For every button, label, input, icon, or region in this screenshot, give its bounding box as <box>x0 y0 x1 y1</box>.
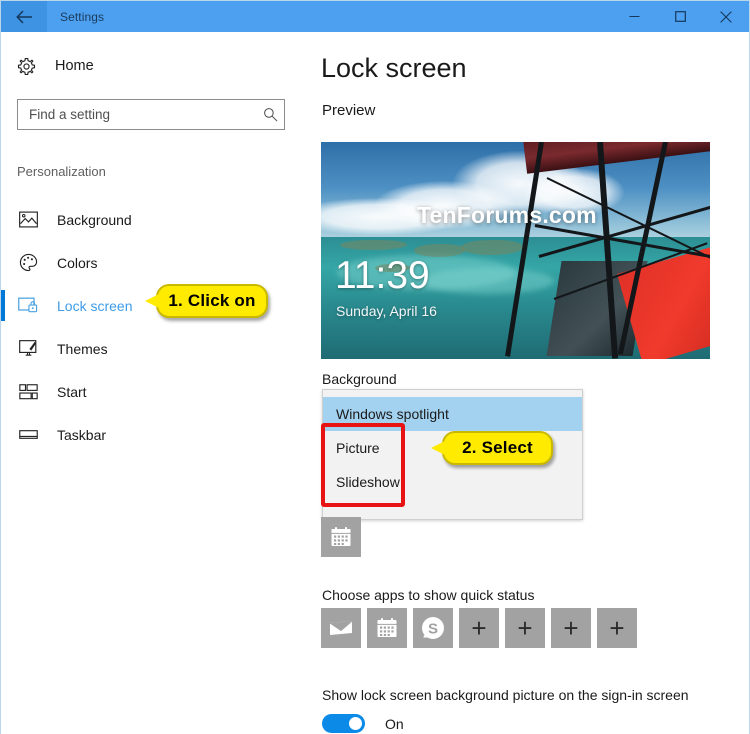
sidebar-item-colors[interactable]: Colors <box>1 241 312 284</box>
quick-status-tile-add-2[interactable]: + <box>505 608 545 648</box>
minimize-icon <box>629 16 639 17</box>
signin-toggle[interactable] <box>322 714 365 733</box>
themes-brush-icon <box>17 338 39 360</box>
sidebar-nav: Background Colors Lock screen Themes Sta… <box>1 198 312 456</box>
dropdown-option-slideshow[interactable]: Slideshow <box>323 465 582 499</box>
preview-clock: 11:39 <box>335 254 430 297</box>
island-shape <box>461 239 524 255</box>
callout-text: 1. Click on <box>168 291 256 310</box>
toggle-knob <box>349 717 362 730</box>
callout-tail <box>429 439 445 457</box>
detailed-status-tile[interactable] <box>321 517 361 557</box>
plus-icon: + <box>563 613 579 643</box>
settings-window: Settings Home Find a setting Personaliza… <box>0 0 750 734</box>
sidebar-label: Themes <box>57 340 108 357</box>
calendar-icon <box>377 618 397 637</box>
maximize-icon <box>674 11 686 22</box>
page-title: Lock screen <box>321 53 467 83</box>
palette-icon <box>17 252 39 274</box>
sidebar: Home Personalization <box>1 32 312 734</box>
sidebar-item-taskbar[interactable]: Taskbar <box>1 413 312 456</box>
back-button[interactable] <box>1 1 47 32</box>
back-arrow-icon <box>15 9 32 24</box>
selection-indicator <box>1 290 5 321</box>
plus-icon: + <box>471 613 487 643</box>
sidebar-item-start[interactable]: Start <box>1 370 312 413</box>
svg-text:S: S <box>428 621 438 638</box>
quick-status-tile-skype[interactable]: S <box>413 608 453 648</box>
toggle-state-label: On <box>385 715 404 732</box>
mail-icon <box>329 620 353 635</box>
main-content: Lock screen Preview TenForums.com 11:39 … <box>312 32 749 734</box>
callout-click-on: 1. Click on <box>143 284 268 318</box>
background-label: Background <box>322 371 397 387</box>
sidebar-label: Lock screen <box>57 297 133 314</box>
sidebar-item-background[interactable]: Background <box>1 198 312 241</box>
search-input[interactable] <box>18 107 256 122</box>
sidebar-item-themes[interactable]: Themes <box>1 327 312 370</box>
dropdown-option-windows-spotlight[interactable]: Windows spotlight <box>323 397 582 431</box>
callout-tail <box>143 292 159 310</box>
sidebar-item-home[interactable]: Home <box>15 55 94 77</box>
close-icon <box>720 10 732 23</box>
calendar-icon <box>331 527 351 546</box>
gear-icon <box>15 55 37 77</box>
shallow-water <box>422 267 555 294</box>
sidebar-group-label: Personalization <box>17 164 106 179</box>
quick-status-tile-add-1[interactable]: + <box>459 608 499 648</box>
quick-status-tile-add-4[interactable]: + <box>597 608 637 648</box>
window-title: Settings <box>60 9 105 24</box>
sidebar-label: Background <box>57 211 132 228</box>
sidebar-label: Start <box>57 383 87 400</box>
quick-status-tile-add-3[interactable]: + <box>551 608 591 648</box>
preview-heading: Preview <box>322 102 376 119</box>
preview-date: Sunday, April 16 <box>336 303 437 319</box>
watermark-text: TenForums.com <box>417 202 597 228</box>
image-icon <box>17 209 39 231</box>
signin-setting-label: Show lock screen background picture on t… <box>322 687 689 703</box>
sidebar-label: Taskbar <box>57 426 107 443</box>
window-controls <box>611 1 749 32</box>
plus-icon: + <box>609 613 625 643</box>
signin-toggle-row: On <box>322 714 404 733</box>
search-box[interactable] <box>17 99 285 130</box>
lock-screen-icon <box>17 295 39 317</box>
callout-text: 2. Select <box>462 438 533 457</box>
start-tiles-icon <box>17 381 39 403</box>
sidebar-home-label: Home <box>55 58 94 74</box>
close-button[interactable] <box>703 1 749 32</box>
taskbar-icon <box>17 424 39 446</box>
lock-screen-preview: TenForums.com 11:39 Sunday, April 16 <box>321 142 710 359</box>
quick-status-tiles: S + + + + <box>321 608 637 648</box>
quick-status-tile-mail[interactable] <box>321 608 361 648</box>
quick-status-tile-calendar[interactable] <box>367 608 407 648</box>
minimize-button[interactable] <box>611 1 657 32</box>
sidebar-label: Colors <box>57 254 98 271</box>
callout-select: 2. Select <box>429 431 553 465</box>
plus-icon: + <box>517 613 533 643</box>
quick-status-label: Choose apps to show quick status <box>322 587 535 603</box>
title-bar: Settings <box>1 1 749 32</box>
search-icon[interactable] <box>256 107 284 122</box>
maximize-button[interactable] <box>657 1 703 32</box>
skype-icon: S <box>422 617 444 639</box>
